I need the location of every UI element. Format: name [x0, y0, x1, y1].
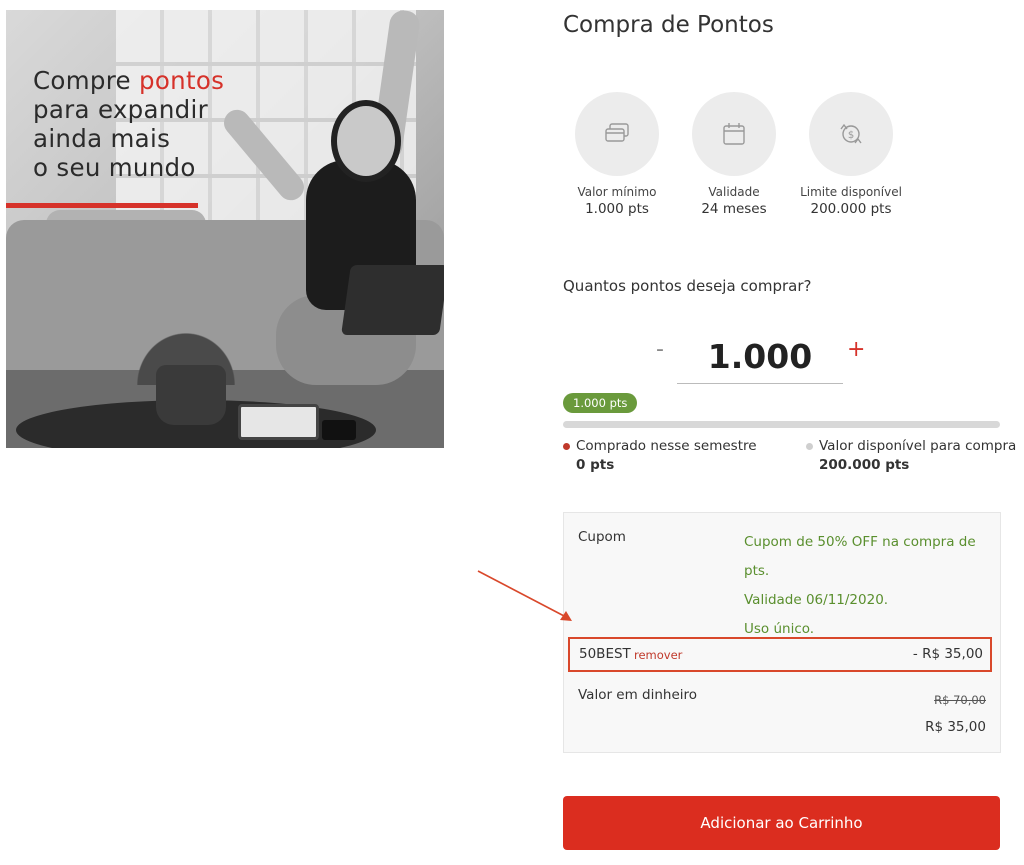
legend-value: 200.000 pts: [819, 457, 910, 473]
points-badge: 1.000 pts: [563, 393, 638, 413]
cash-value-label: Valor em dinheiro: [578, 687, 698, 703]
applied-coupon-row: 50BEST remover - R$ 35,00: [568, 637, 992, 672]
legend-label: Comprado nesse semestre: [576, 438, 757, 454]
money-exchange-icon: $: [809, 92, 893, 176]
tablet: [238, 404, 319, 440]
legend-dot-red: [563, 443, 570, 450]
headline-accent: pontos: [139, 66, 225, 95]
progress-bar: [563, 421, 1000, 428]
info-card-validity: Validade 24 meses: [674, 92, 794, 217]
headline-line4: o seu mundo: [33, 153, 196, 182]
laptop: [341, 265, 444, 335]
svg-text:$: $: [848, 130, 854, 141]
promo-image: Compre pontos para expandir ainda mais o…: [6, 10, 444, 448]
coupon-discount: - R$ 35,00: [912, 646, 983, 662]
coupon-desc-line: Cupom de 50% OFF na compra de pts.: [744, 534, 976, 579]
old-price: R$ 70,00: [934, 693, 986, 707]
info-card-limit: $ Limite disponível 200.000 pts: [791, 92, 911, 217]
quantity-question: Quantos pontos deseja comprar?: [563, 277, 812, 295]
phone: [322, 420, 356, 440]
calendar-icon: [692, 92, 776, 176]
info-label: Validade: [708, 185, 760, 199]
info-label: Limite disponível: [800, 185, 902, 199]
legend-dot-grey: [806, 443, 813, 450]
info-card-min-value: Valor mínimo 1.000 pts: [557, 92, 677, 217]
coupon-label: Cupom: [578, 529, 626, 545]
quantity-input[interactable]: [677, 329, 843, 384]
annotation-arrow-icon: [477, 570, 572, 621]
add-to-cart-button[interactable]: Adicionar ao Carrinho: [563, 796, 1000, 850]
plant-pot: [156, 365, 226, 425]
increase-button[interactable]: +: [843, 337, 869, 362]
quantity-stepper: - +: [640, 325, 880, 384]
info-value: 1.000 pts: [585, 201, 649, 217]
info-value: 200.000 pts: [810, 201, 892, 217]
info-value: 24 meses: [701, 201, 767, 217]
coupon-desc-line: Validade 06/11/2020.: [744, 592, 889, 608]
legend-value: 0 pts: [576, 457, 615, 473]
legend-bought: Comprado nesse semestre 0 pts: [563, 438, 757, 473]
headline-line2: para expandir: [33, 95, 209, 124]
coupon-box: Cupom Cupom de 50% OFF na compra de pts.…: [563, 512, 1001, 753]
info-label: Valor mínimo: [577, 185, 657, 199]
coupon-description: Cupom de 50% OFF na compra de pts. Valid…: [744, 528, 1000, 644]
promo-headline: Compre pontos para expandir ainda mais o…: [33, 66, 224, 182]
remove-coupon-link[interactable]: remover: [634, 648, 682, 662]
promo-accent-line: [6, 203, 198, 208]
headline-prefix: Compre: [33, 66, 131, 95]
credit-card-icon: [575, 92, 659, 176]
coupon-code: 50BEST: [579, 646, 631, 662]
decrease-button[interactable]: -: [652, 337, 668, 362]
legend-label: Valor disponível para compra: [819, 438, 1017, 454]
person-head-headphones: [331, 100, 401, 182]
headline-line3: ainda mais: [33, 124, 171, 153]
legend-available: Valor disponível para compra 200.000 pts: [806, 438, 1016, 473]
new-price: R$ 35,00: [925, 719, 986, 735]
page-title: Compra de Pontos: [563, 12, 774, 38]
